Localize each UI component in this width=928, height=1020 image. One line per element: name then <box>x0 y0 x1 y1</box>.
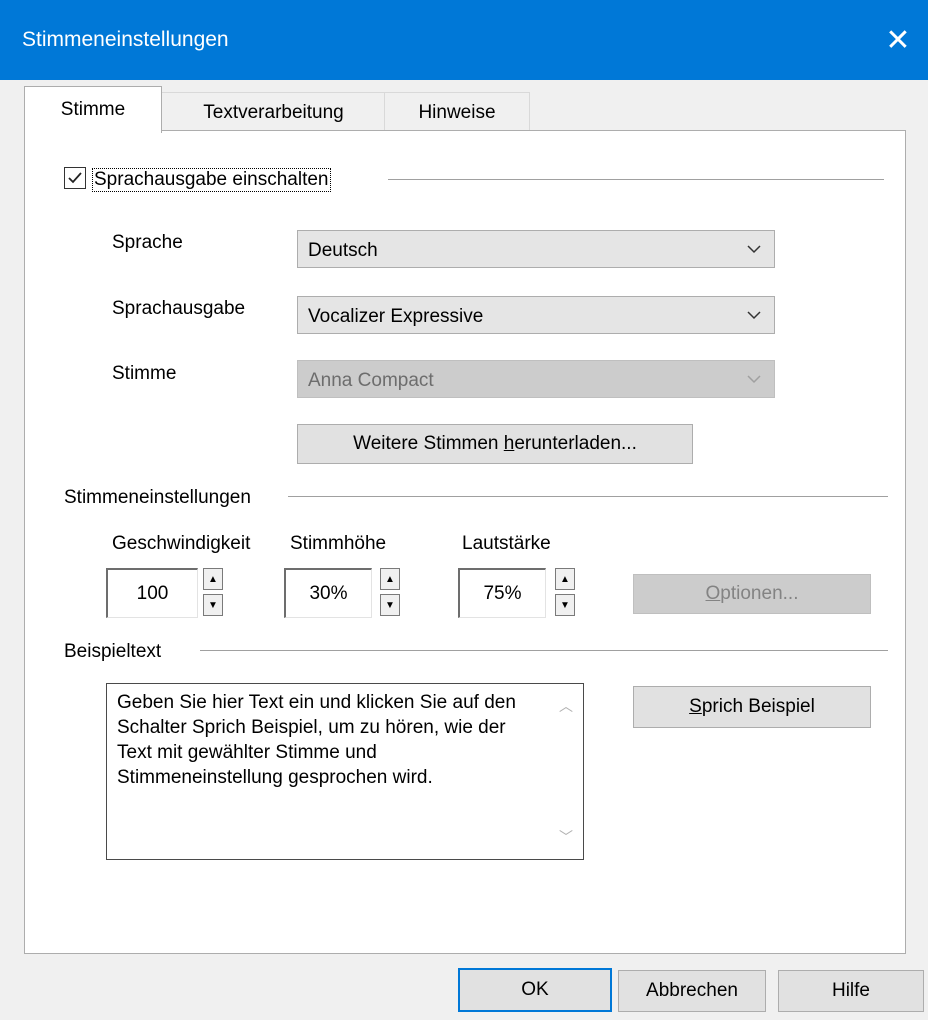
tab-hinweise-label: Hinweise <box>418 102 496 123</box>
speed-up-button[interactable]: ▲ <box>203 568 223 590</box>
arrow-up-icon: ▲ <box>560 573 570 585</box>
arrow-down-icon: ▼ <box>385 599 395 611</box>
volume-up-button[interactable]: ▲ <box>555 568 575 590</box>
tab-textverarbeitung-label: Textverarbeitung <box>203 102 344 123</box>
voice-label: Stimme <box>112 363 177 384</box>
speed-down-button[interactable]: ▼ <box>203 594 223 616</box>
close-button[interactable]: ✕ <box>868 0 928 80</box>
language-value: Deutsch <box>308 240 378 261</box>
divider <box>288 496 888 497</box>
speed-label: Geschwindigkeit <box>112 533 251 554</box>
arrow-up-icon: ▲ <box>385 573 395 585</box>
close-icon: ✕ <box>885 23 911 57</box>
volume-value: 75% <box>483 582 522 604</box>
help-button[interactable]: Hilfe <box>778 970 924 1012</box>
title-bar: Stimmeneinstellungen ✕ <box>0 0 928 80</box>
pitch-up-button[interactable]: ▲ <box>380 568 400 590</box>
divider <box>388 179 884 180</box>
sample-group-label: Beispieltext <box>64 641 162 662</box>
pitch-input[interactable]: 30% <box>284 568 372 618</box>
arrow-down-icon: ▼ <box>560 599 570 611</box>
cancel-label: Abbrechen <box>646 980 738 1001</box>
engine-label: Sprachausgabe <box>112 298 246 319</box>
cancel-button[interactable]: Abbrechen <box>618 970 766 1012</box>
checkmark-icon <box>68 172 82 184</box>
speech-output-label[interactable]: Sprachausgabe einschalten <box>92 168 331 192</box>
language-select[interactable]: Deutsch <box>297 230 775 268</box>
pitch-value: 30% <box>309 582 348 604</box>
divider <box>200 650 888 651</box>
options-label: Optionen... <box>705 583 799 604</box>
speed-input[interactable]: 100 <box>106 568 198 618</box>
tab-hinweise[interactable]: Hinweise <box>384 92 530 131</box>
volume-down-button[interactable]: ▼ <box>555 594 575 616</box>
voice-value: Anna Compact <box>308 370 434 391</box>
engine-value: Vocalizer Expressive <box>308 306 484 327</box>
arrow-up-icon: ▲ <box>208 573 218 585</box>
speech-output-checkbox[interactable] <box>64 167 86 189</box>
voice-select[interactable]: Anna Compact <box>297 360 775 398</box>
sample-textarea[interactable]: Geben Sie hier Text ein und klicken Sie … <box>106 683 584 860</box>
pitch-down-button[interactable]: ▼ <box>380 594 400 616</box>
volume-label: Lautstärke <box>462 533 551 554</box>
help-label: Hilfe <box>831 980 870 1001</box>
sample-text[interactable]: Geben Sie hier Text ein und klicken Sie … <box>117 690 537 790</box>
language-label: Sprache <box>112 232 183 253</box>
ok-button[interactable]: OK <box>458 968 612 1012</box>
chevron-down-icon <box>747 311 761 320</box>
engine-select[interactable]: Vocalizer Expressive <box>297 296 775 334</box>
speed-value: 100 <box>136 582 169 604</box>
options-button[interactable]: Optionen... <box>633 574 871 614</box>
chevron-down-icon <box>747 375 761 384</box>
download-voices-label: Weitere Stimmen herunterladen... <box>353 433 637 454</box>
pitch-label: Stimmhöhe <box>290 533 387 554</box>
scroll-down-icon[interactable]: ﹀ <box>559 827 573 847</box>
ok-label: OK <box>521 979 549 1000</box>
scroll-up-icon[interactable]: ︿ <box>559 696 573 716</box>
download-voices-button[interactable]: Weitere Stimmen herunterladen... <box>297 424 693 464</box>
voice-settings-group-label: Stimmeneinstellungen <box>64 487 251 508</box>
speak-sample-label: Sprich Beispiel <box>689 696 815 717</box>
tab-textverarbeitung[interactable]: Textverarbeitung <box>161 92 386 131</box>
chevron-down-icon <box>747 245 761 254</box>
volume-input[interactable]: 75% <box>458 568 546 618</box>
speak-sample-button[interactable]: Sprich Beispiel <box>633 686 871 728</box>
tab-stimme[interactable]: Stimme <box>24 86 162 133</box>
tab-stimme-label: Stimme <box>60 99 126 120</box>
window-title: Stimmeneinstellungen <box>22 28 229 51</box>
arrow-down-icon: ▼ <box>208 599 218 611</box>
